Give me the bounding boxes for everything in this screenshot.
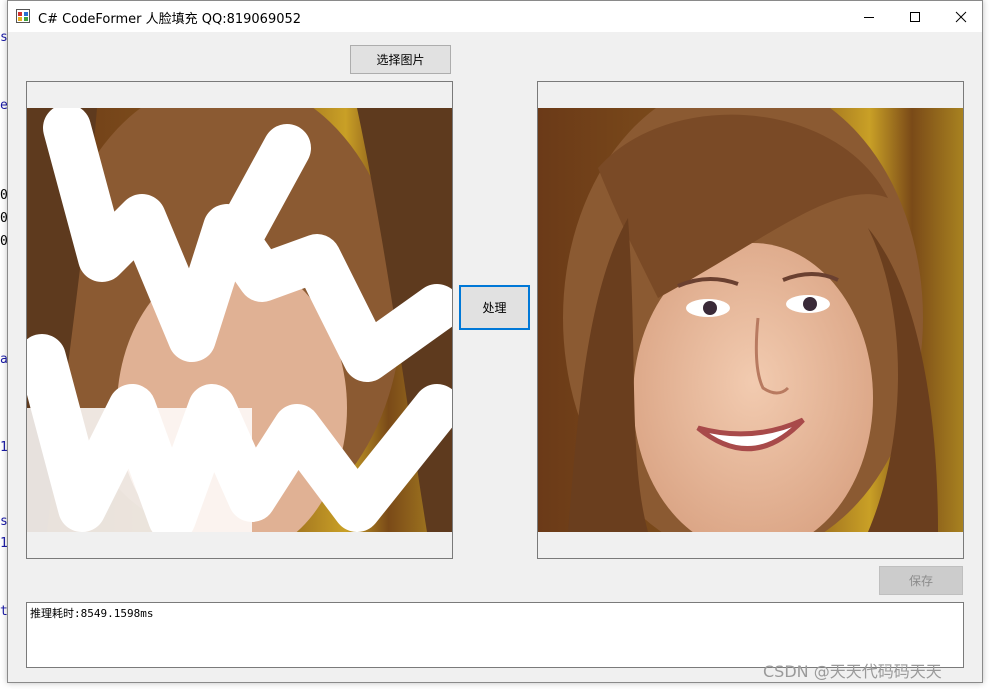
minimize-icon (864, 16, 874, 18)
input-picture-box (26, 81, 453, 559)
watermark: CSDN @天天代码码天天 (763, 662, 942, 681)
output-picture-box (537, 81, 964, 559)
maximize-button[interactable] (892, 1, 938, 32)
app-window: C# CodeFormer 人脸填充 QQ:819069052 选择图片 处理 … (7, 0, 983, 683)
title-bar[interactable]: C# CodeFormer 人脸填充 QQ:819069052 (8, 1, 982, 32)
close-button[interactable] (938, 1, 984, 32)
minimize-button[interactable] (846, 1, 892, 32)
save-button[interactable]: 保存 (879, 566, 963, 595)
process-button[interactable]: 处理 (459, 285, 530, 330)
masked-face-image (27, 108, 452, 532)
app-icon (16, 9, 30, 23)
close-icon (955, 11, 967, 22)
select-image-button[interactable]: 选择图片 (350, 45, 451, 74)
maximize-icon (910, 11, 920, 22)
window-title: C# CodeFormer 人脸填充 QQ:819069052 (38, 12, 302, 27)
restored-face-image (538, 108, 963, 532)
